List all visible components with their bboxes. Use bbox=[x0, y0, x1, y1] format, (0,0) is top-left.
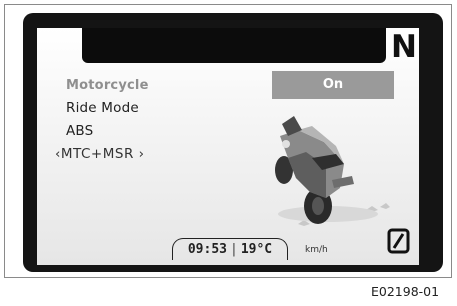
dashboard-screen: N Motorcycle Ride Mode ABS ‹MTC+MSR › On bbox=[37, 28, 419, 265]
menu-item-abs[interactable]: ABS bbox=[61, 120, 149, 143]
menu-item-ride-mode[interactable]: Ride Mode bbox=[61, 97, 149, 120]
time-temperature-display: 09:53 | 19°C bbox=[172, 238, 288, 260]
speed-unit-label: km/h bbox=[305, 245, 328, 255]
time-readout: 09:53 bbox=[187, 242, 227, 257]
status-separator: | bbox=[230, 242, 238, 257]
top-status-bar bbox=[82, 28, 386, 63]
menu-item-mtc-msr[interactable]: ‹MTC+MSR › bbox=[55, 143, 149, 166]
figure-caption: E02198-01 bbox=[371, 284, 440, 299]
menu-item-motorcycle[interactable]: Motorcycle bbox=[61, 74, 149, 97]
power-icon bbox=[387, 228, 410, 254]
temperature-readout: 19°C bbox=[240, 242, 273, 257]
gear-indicator: N bbox=[391, 29, 417, 65]
settings-menu: Motorcycle Ride Mode ABS ‹MTC+MSR › bbox=[55, 74, 149, 166]
selected-value-box[interactable]: On bbox=[272, 71, 394, 99]
motorcycle-icon bbox=[275, 116, 390, 226]
